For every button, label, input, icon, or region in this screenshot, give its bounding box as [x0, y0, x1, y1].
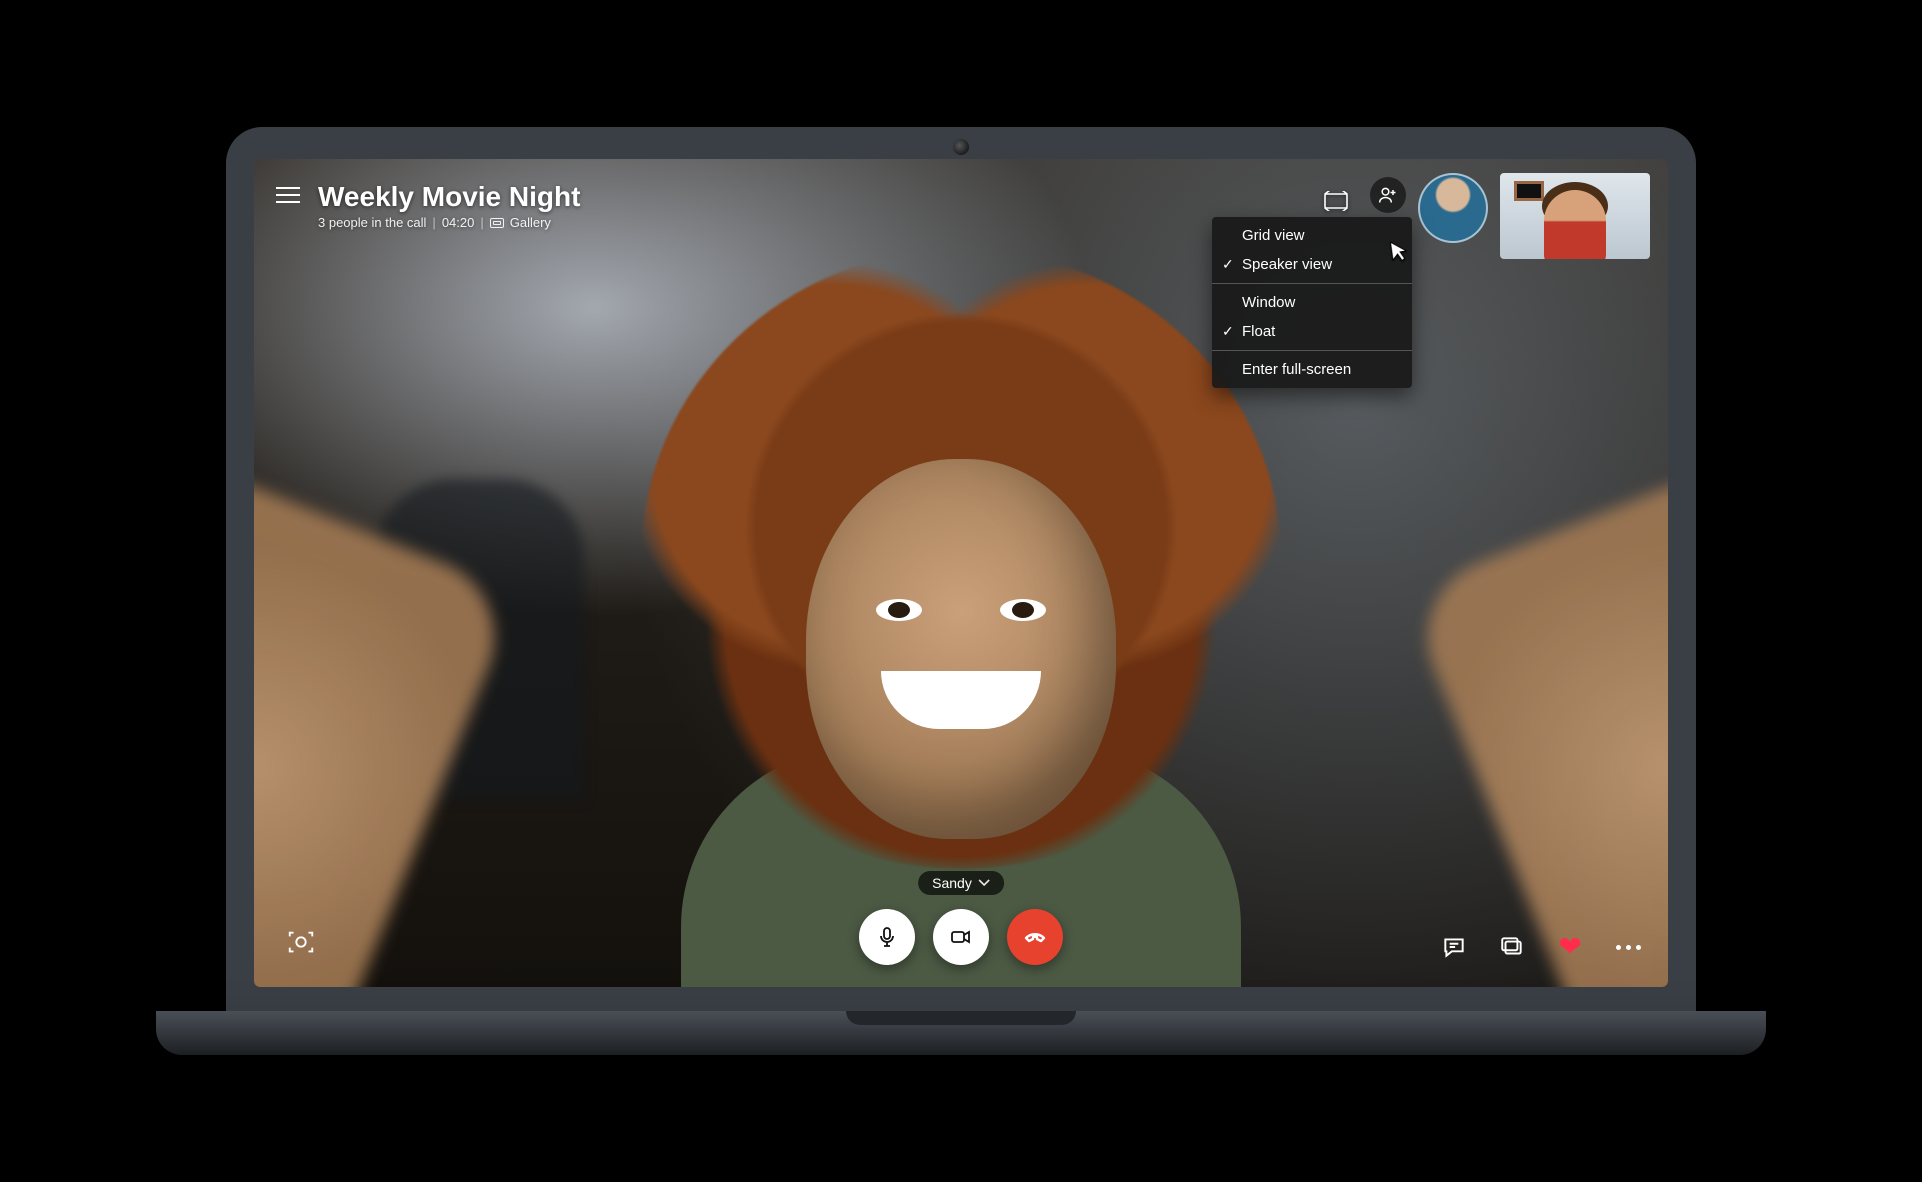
view-mode-label[interactable]: Gallery [510, 215, 551, 230]
share-screen-button[interactable] [1498, 933, 1526, 961]
hamburger-icon[interactable] [276, 187, 300, 203]
chat-icon [1441, 934, 1467, 960]
call-controls [859, 909, 1063, 965]
layout-icon[interactable] [1318, 183, 1354, 219]
webcam-dot [953, 139, 969, 155]
menu-item-speaker-view[interactable]: Speaker view [1212, 250, 1412, 279]
add-participant-icon[interactable] [1370, 177, 1406, 213]
chat-button[interactable] [1440, 933, 1468, 961]
self-view-thumbnail[interactable] [1500, 173, 1650, 259]
main-speaker-video [254, 159, 1668, 987]
microphone-icon [875, 925, 899, 949]
participant-avatar[interactable] [1418, 173, 1488, 243]
active-speaker-name: Sandy [932, 875, 972, 891]
gallery-icon [490, 218, 504, 228]
call-title: Weekly Movie Night [318, 181, 580, 213]
laptop-base [156, 1011, 1766, 1055]
share-screen-icon [1499, 934, 1525, 960]
participants-count: 3 people in the call [318, 215, 426, 230]
active-speaker-label[interactable]: Sandy [918, 871, 1004, 895]
view-options-menu: Grid view Speaker view Window Float Ente… [1212, 217, 1412, 388]
video-icon [949, 925, 973, 949]
menu-item-fullscreen[interactable]: Enter full-screen [1212, 355, 1412, 384]
mouse-cursor [1388, 238, 1409, 264]
more-button[interactable] [1614, 933, 1642, 961]
laptop-frame: Weekly Movie Night 3 people in the call … [226, 127, 1696, 1055]
heart-reaction-icon: ❤ [1558, 933, 1581, 961]
snapshot-icon[interactable] [284, 925, 318, 959]
laptop-notch [846, 1011, 1076, 1025]
end-call-button[interactable] [1007, 909, 1063, 965]
end-call-icon [1023, 925, 1047, 949]
video-button[interactable] [933, 909, 989, 965]
screen-bezel: Weekly Movie Night 3 people in the call … [226, 127, 1696, 1011]
heart-reaction-button[interactable]: ❤ [1556, 933, 1584, 961]
menu-item-float[interactable]: Float [1212, 317, 1412, 346]
call-header: Weekly Movie Night 3 people in the call … [276, 181, 580, 230]
menu-item-window[interactable]: Window [1212, 288, 1412, 317]
microphone-button[interactable] [859, 909, 915, 965]
video-call-screen: Weekly Movie Night 3 people in the call … [254, 159, 1668, 987]
call-duration: 04:20 [442, 215, 475, 230]
more-icon [1616, 945, 1641, 950]
bottom-right-controls: ❤ [1440, 933, 1642, 961]
call-subtitle: 3 people in the call | 04:20 | Gallery [318, 215, 580, 230]
chevron-down-icon [978, 878, 990, 888]
menu-item-grid-view[interactable]: Grid view [1212, 221, 1412, 250]
